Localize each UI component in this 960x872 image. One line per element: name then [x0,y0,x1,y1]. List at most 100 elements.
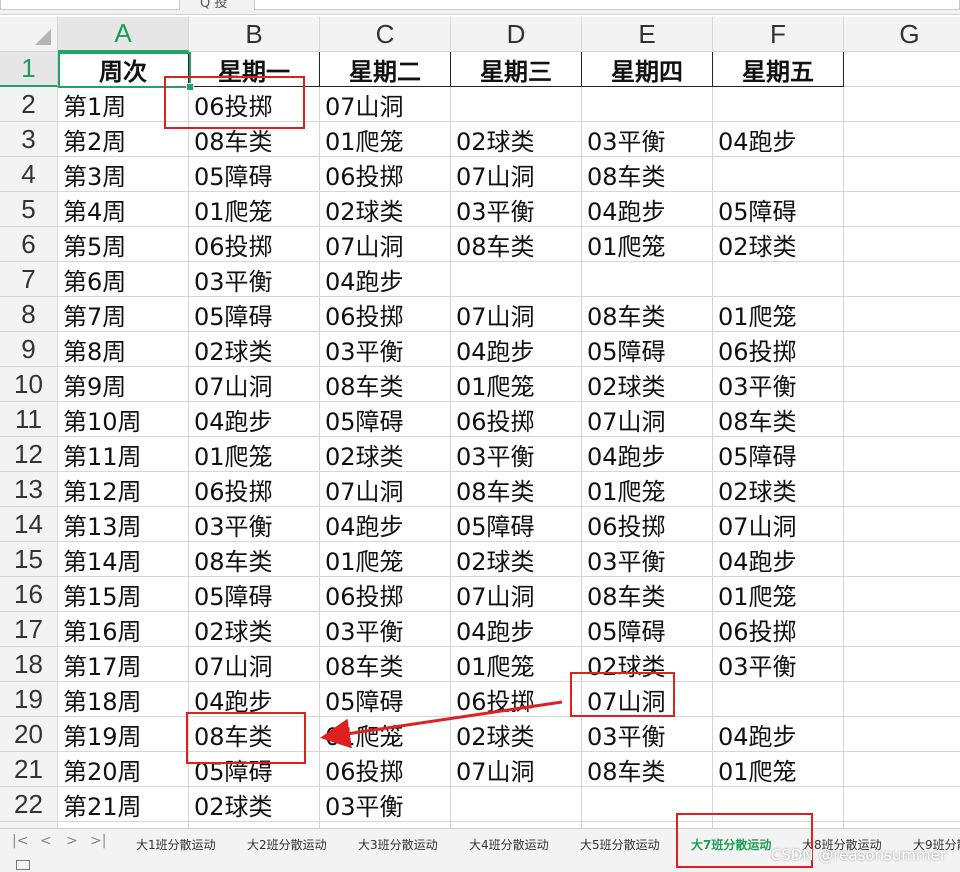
table-cell[interactable]: 第5周 [58,227,189,262]
table-cell[interactable]: 02球类 [451,542,582,577]
row-header[interactable]: 22 [0,787,58,822]
table-cell[interactable]: 01爬笼 [189,437,320,472]
table-cell[interactable]: 03平衡 [189,507,320,542]
table-cell[interactable] [844,52,960,87]
column-header-c[interactable]: C [320,17,451,52]
table-cell[interactable]: 01爬笼 [713,577,844,612]
table-cell[interactable]: 第14周 [58,542,189,577]
table-cell[interactable]: 07山洞 [320,227,451,262]
table-cell[interactable]: 02球类 [320,437,451,472]
table-cell[interactable]: 04跑步 [320,507,451,542]
table-cell[interactable]: 04跑步 [713,122,844,157]
row-header[interactable]: 6 [0,227,58,262]
table-cell[interactable]: 08车类 [320,367,451,402]
prev-sheet-button[interactable]: < [40,833,52,849]
table-cell[interactable]: 04跑步 [189,402,320,437]
first-sheet-button[interactable]: |< [12,833,28,849]
table-cell[interactable]: 04跑步 [320,262,451,297]
column-header-b[interactable]: B [189,17,320,52]
table-header-cell[interactable]: 星期三 [451,52,582,87]
table-cell[interactable]: 08车类 [451,227,582,262]
table-cell[interactable]: 02球类 [189,787,320,822]
table-cell[interactable]: 08车类 [582,577,713,612]
table-cell[interactable]: 第10周 [58,402,189,437]
table-cell[interactable]: 07山洞 [713,507,844,542]
table-header-cell[interactable]: 星期二 [320,52,451,87]
table-cell[interactable]: 07山洞 [320,472,451,507]
table-cell[interactable] [844,787,960,822]
row-header[interactable]: 11 [0,402,58,437]
row-header[interactable]: 10 [0,367,58,402]
table-cell[interactable] [844,437,960,472]
table-cell[interactable] [844,717,960,752]
table-cell[interactable] [844,297,960,332]
table-cell[interactable] [844,402,960,437]
row-header[interactable]: 17 [0,612,58,647]
table-cell[interactable]: 08车类 [582,297,713,332]
table-cell[interactable] [844,612,960,647]
column-header-a[interactable]: A [58,17,189,52]
table-cell[interactable]: 06投掷 [320,752,451,787]
table-cell[interactable]: 02球类 [451,717,582,752]
table-cell[interactable] [844,227,960,262]
table-cell[interactable]: 01爬笼 [451,647,582,682]
table-cell[interactable] [451,87,582,122]
sheet-tab[interactable]: 大3班分散运动 [358,833,438,855]
row-header[interactable]: 13 [0,472,58,507]
table-cell[interactable]: 03平衡 [582,542,713,577]
table-cell[interactable]: 06投掷 [189,227,320,262]
table-cell[interactable]: 08车类 [189,542,320,577]
table-cell[interactable]: 03平衡 [451,192,582,227]
row-header[interactable]: 3 [0,122,58,157]
table-cell[interactable]: 第12周 [58,472,189,507]
table-cell[interactable]: 01爬笼 [713,752,844,787]
table-cell[interactable]: 05障碍 [189,157,320,192]
table-cell[interactable]: 01爬笼 [582,472,713,507]
table-cell[interactable]: 05障碍 [189,577,320,612]
column-header-f[interactable]: F [713,17,844,52]
table-cell[interactable]: 08车类 [713,402,844,437]
table-cell[interactable]: 第20周 [58,752,189,787]
column-header-d[interactable]: D [451,17,582,52]
table-cell[interactable]: 03平衡 [320,787,451,822]
table-cell[interactable]: 05障碍 [320,402,451,437]
table-cell[interactable]: 08车类 [320,647,451,682]
table-cell[interactable]: 07山洞 [451,157,582,192]
row-header[interactable]: 18 [0,647,58,682]
table-header-cell[interactable]: 星期五 [713,52,844,87]
table-cell[interactable]: 07山洞 [451,297,582,332]
table-cell[interactable]: 06投掷 [189,472,320,507]
table-cell[interactable] [582,262,713,297]
row-header[interactable]: 4 [0,157,58,192]
last-sheet-button[interactable]: >| [90,833,106,849]
table-cell[interactable]: 06投掷 [582,507,713,542]
table-cell[interactable]: 05障碍 [189,297,320,332]
row-header[interactable]: 20 [0,717,58,752]
table-cell[interactable]: 04跑步 [451,612,582,647]
table-cell[interactable] [844,367,960,402]
table-cell[interactable]: 第15周 [58,577,189,612]
table-cell[interactable]: 06投掷 [451,402,582,437]
table-cell[interactable]: 07山洞 [320,87,451,122]
table-cell[interactable] [582,87,713,122]
table-cell[interactable]: 第3周 [58,157,189,192]
table-cell[interactable]: 07山洞 [189,647,320,682]
table-cell[interactable]: 第8周 [58,332,189,367]
row-header[interactable]: 7 [0,262,58,297]
table-cell[interactable]: 06投掷 [320,157,451,192]
table-cell[interactable]: 08车类 [451,472,582,507]
table-cell[interactable] [844,472,960,507]
row-header[interactable]: 21 [0,752,58,787]
table-cell[interactable]: 第19周 [58,717,189,752]
row-header[interactable]: 12 [0,437,58,472]
row-header[interactable]: 9 [0,332,58,367]
table-cell[interactable]: 第17周 [58,647,189,682]
table-cell[interactable]: 02球类 [189,332,320,367]
sheet-tab[interactable]: 大5班分散运动 [580,833,660,855]
sheet-tab[interactable]: 大4班分散运动 [469,833,549,855]
table-cell[interactable]: 07山洞 [451,577,582,612]
table-cell[interactable]: 06投掷 [320,577,451,612]
table-cell[interactable]: 08车类 [582,752,713,787]
name-box[interactable] [0,0,180,10]
table-cell[interactable]: 06投掷 [320,297,451,332]
